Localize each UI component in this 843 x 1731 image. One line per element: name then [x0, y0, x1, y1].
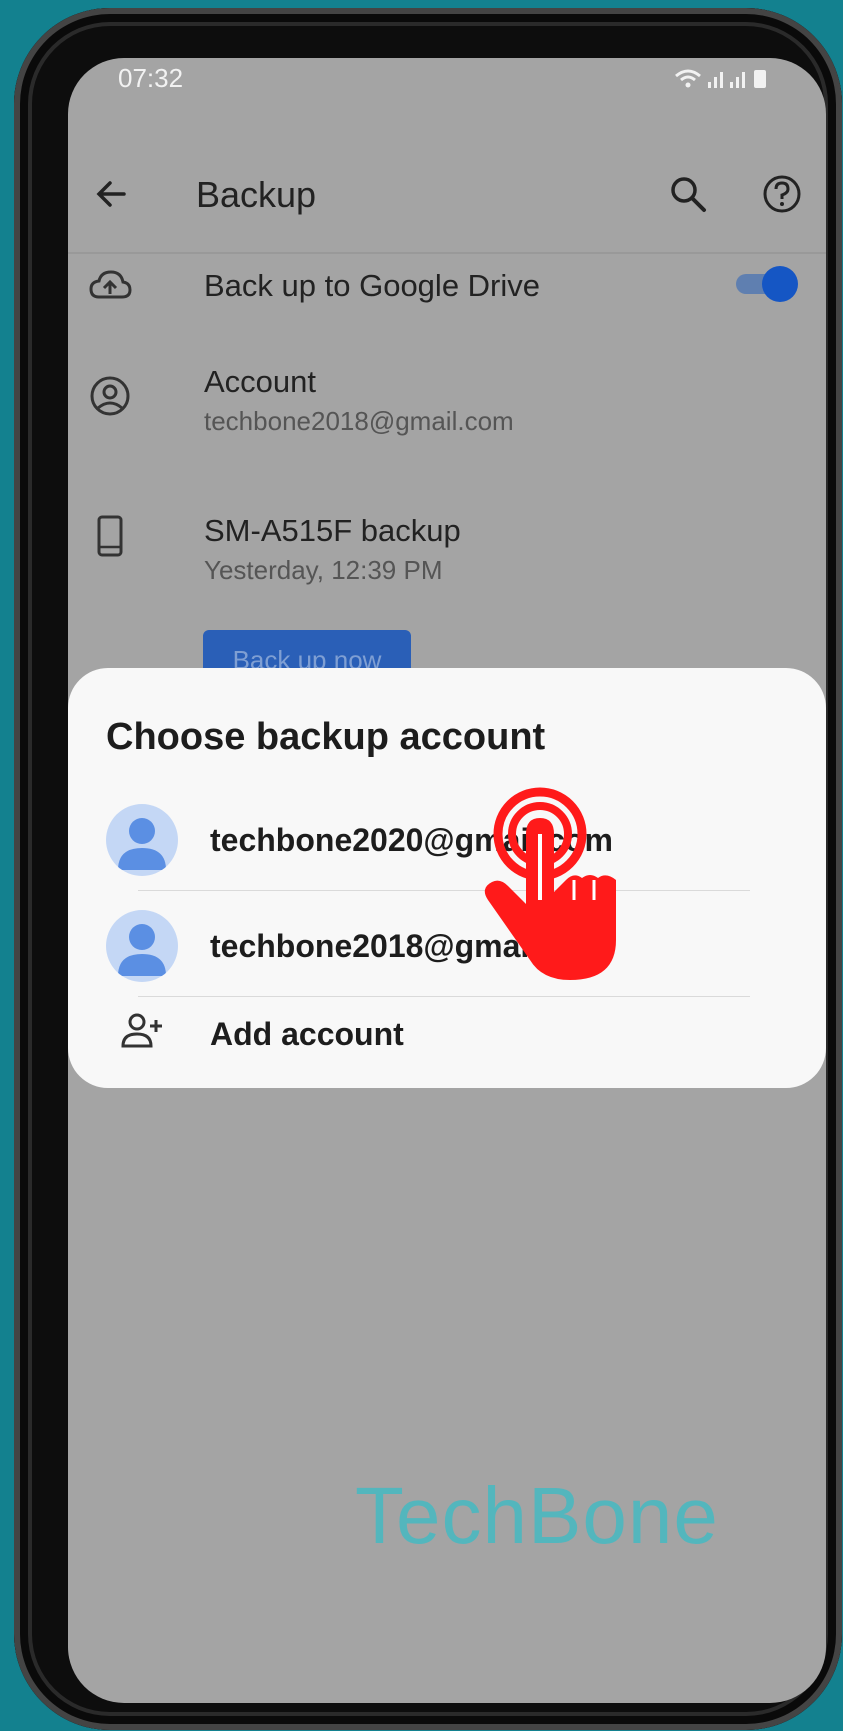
account-label: Account [204, 364, 317, 399]
person-icon [118, 924, 166, 976]
status-icons [674, 66, 774, 98]
help-circle-icon[interactable] [762, 174, 802, 214]
account-option[interactable]: techbone2018@gmail.com [68, 898, 826, 994]
phone-screen: 07:32 Backup Back up to Google Drive Acc… [68, 58, 826, 1703]
add-account-button[interactable]: Add account [210, 1016, 404, 1053]
divider [138, 890, 750, 891]
search-icon[interactable] [668, 174, 708, 214]
person-icon [118, 818, 166, 870]
app-bar: Backup [68, 102, 826, 254]
drive-backup-label: Back up to Google Drive [204, 268, 541, 303]
wifi-signal-battery-icon [675, 69, 766, 88]
cloud-upload-icon [89, 270, 132, 299]
tap-hand-icon [484, 787, 616, 980]
account-value: techbone2018@gmail.com [204, 406, 514, 436]
drive-backup-toggle[interactable] [732, 266, 798, 302]
phone-icon [97, 515, 123, 557]
dialog-title: Choose backup account [106, 716, 546, 758]
toggle-thumb [762, 266, 798, 302]
account-option[interactable]: techbone2020@gmail.com [68, 792, 826, 888]
page-title: Backup [196, 174, 317, 215]
arrow-left-icon[interactable] [90, 172, 134, 216]
add-person-icon[interactable] [120, 1010, 164, 1050]
status-time: 07:32 [118, 63, 184, 93]
account-circle-icon [90, 376, 130, 416]
watermark-logo: TechBone [355, 1471, 719, 1560]
status-bar: 07:32 [68, 58, 826, 102]
divider [138, 996, 750, 997]
device-backup-time: Yesterday, 12:39 PM [204, 555, 443, 585]
avatar [106, 804, 178, 876]
choose-account-dialog: Choose backup account techbone2020@gmail… [68, 668, 826, 1088]
device-backup-label: SM-A515F backup [204, 513, 461, 548]
avatar [106, 910, 178, 982]
